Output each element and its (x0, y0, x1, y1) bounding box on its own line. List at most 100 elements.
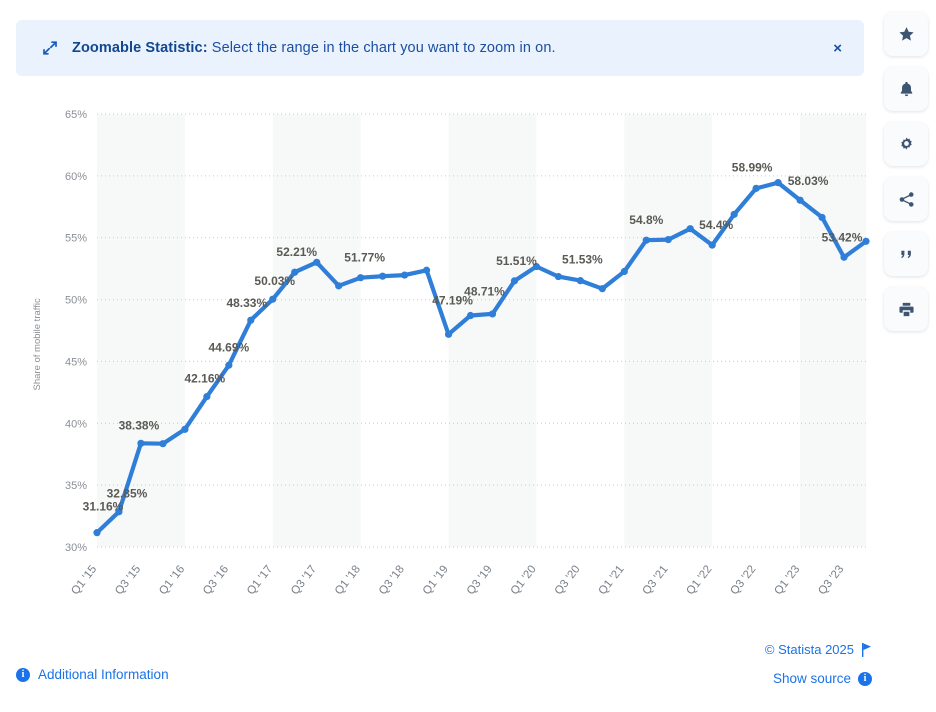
data-point[interactable] (489, 310, 496, 317)
data-point-label: 50.03% (254, 274, 295, 288)
expand-arrows-icon (40, 38, 60, 58)
y-axis-tick-label: 35% (65, 480, 87, 492)
chart-container[interactable]: 30%35%40%45%50%55%60%65%Share of mobile … (0, 92, 872, 632)
data-point[interactable] (687, 225, 694, 232)
data-point[interactable] (93, 529, 100, 536)
banner-subtitle: Select the range in the chart you want t… (212, 40, 556, 56)
chart-band (97, 114, 185, 547)
zoomable-statistic-banner: Zoomable Statistic: Select the range in … (16, 20, 864, 76)
info-icon: i (16, 668, 30, 682)
x-axis-tick-label: Q3 '17 (289, 563, 319, 597)
data-point[interactable] (818, 214, 825, 221)
x-axis-tick-label: Q3 '16 (201, 563, 231, 597)
data-point[interactable] (379, 273, 386, 280)
data-point[interactable] (643, 237, 650, 244)
x-axis-tick-label: Q1 '17 (245, 563, 275, 597)
data-point-label: 48.71% (464, 285, 505, 299)
y-axis-tick-label: 65% (65, 109, 87, 121)
quote-icon (897, 245, 916, 264)
data-point-label: 51.53% (562, 253, 603, 267)
data-point-label: 38.38% (119, 418, 160, 432)
data-point-label: 52.21% (276, 245, 317, 259)
data-point[interactable] (862, 238, 869, 245)
data-point[interactable] (313, 259, 320, 266)
data-point[interactable] (599, 285, 606, 292)
data-point[interactable] (621, 268, 628, 275)
share-icon (897, 190, 916, 209)
data-point-label: 58.99% (732, 160, 773, 174)
data-point[interactable] (269, 296, 276, 303)
data-point-label: 42.16% (185, 372, 226, 386)
chart-band (273, 114, 361, 547)
favorite-star-button[interactable] (884, 12, 928, 56)
statista-chart-page: Zoomable Statistic: Select the range in … (0, 0, 936, 712)
data-point[interactable] (357, 274, 364, 281)
y-axis-tick-label: 45% (65, 356, 87, 368)
data-point[interactable] (203, 393, 210, 400)
show-source-link[interactable]: Show source i (765, 671, 872, 686)
x-axis-tick-label: Q3 '15 (113, 563, 143, 597)
close-icon[interactable]: × (827, 37, 848, 60)
x-axis-tick-label: Q1 '23 (772, 563, 802, 597)
data-point[interactable] (775, 179, 782, 186)
y-axis-tick-label: 40% (65, 418, 87, 430)
x-axis-tick-label: Q1 '20 (509, 563, 539, 597)
x-axis-tick-label: Q3 '22 (728, 563, 758, 597)
banner-title: Zoomable Statistic: (72, 40, 208, 56)
x-axis-tick-label: Q3 '20 (553, 563, 583, 597)
print-button[interactable] (884, 287, 928, 331)
y-axis-tick-label: 60% (65, 171, 87, 183)
x-axis-tick-label: Q1 '22 (684, 563, 714, 597)
x-axis-tick-label: Q3 '23 (816, 563, 846, 597)
data-point-label: 54.4% (699, 218, 733, 232)
copyright: © Statista 2025 (765, 642, 872, 657)
flag-icon (861, 643, 872, 657)
data-point[interactable] (665, 236, 672, 243)
data-point-label: 31.16% (83, 500, 124, 514)
data-point[interactable] (840, 254, 847, 261)
data-point[interactable] (796, 197, 803, 204)
data-point[interactable] (445, 331, 452, 338)
data-point[interactable] (423, 267, 430, 274)
data-point-label: 51.77% (344, 251, 385, 265)
mobile-traffic-share-line-chart[interactable]: 30%35%40%45%50%55%60%65%Share of mobile … (0, 92, 872, 632)
data-point[interactable] (335, 282, 342, 289)
data-point[interactable] (137, 440, 144, 447)
chart-band (624, 114, 712, 547)
data-point-label: 51.51% (496, 254, 537, 268)
chart-band (449, 114, 537, 547)
data-point[interactable] (225, 362, 232, 369)
x-axis-tick-label: Q3 '18 (377, 563, 407, 597)
data-point[interactable] (159, 440, 166, 447)
data-point[interactable] (709, 242, 716, 249)
footer-right: © Statista 2025 Show source i (765, 642, 872, 686)
x-axis-tick-label: Q1 '16 (157, 563, 187, 597)
data-point[interactable] (511, 277, 518, 284)
data-point[interactable] (555, 273, 562, 280)
x-axis-tick-label: Q3 '19 (465, 563, 495, 597)
share-button[interactable] (884, 177, 928, 221)
data-point[interactable] (753, 185, 760, 192)
data-point[interactable] (467, 312, 474, 319)
data-point-label: 54.8% (629, 213, 663, 227)
x-axis-tick-label: Q1 '19 (421, 563, 451, 597)
action-rail (884, 12, 928, 331)
data-point-label: 32.85% (107, 487, 148, 501)
x-axis-tick-label: Q1 '15 (69, 563, 99, 597)
data-point-label: 44.69% (208, 340, 249, 354)
data-point[interactable] (731, 211, 738, 218)
banner-message: Zoomable Statistic: Select the range in … (72, 40, 556, 56)
x-axis-tick-label: Q1 '21 (597, 563, 627, 597)
cite-button[interactable] (884, 232, 928, 276)
y-axis-tick-label: 50% (65, 295, 87, 307)
data-point[interactable] (181, 426, 188, 433)
data-point[interactable] (577, 277, 584, 284)
notification-bell-button[interactable] (884, 67, 928, 111)
y-axis-tick-label: 30% (65, 542, 87, 554)
settings-gear-button[interactable] (884, 122, 928, 166)
y-axis-title: Share of mobile traffic (32, 298, 43, 390)
additional-information-link[interactable]: i Additional Information (16, 667, 169, 682)
data-point[interactable] (247, 317, 254, 324)
data-point-label: 58.03% (788, 174, 829, 188)
data-point[interactable] (401, 271, 408, 278)
